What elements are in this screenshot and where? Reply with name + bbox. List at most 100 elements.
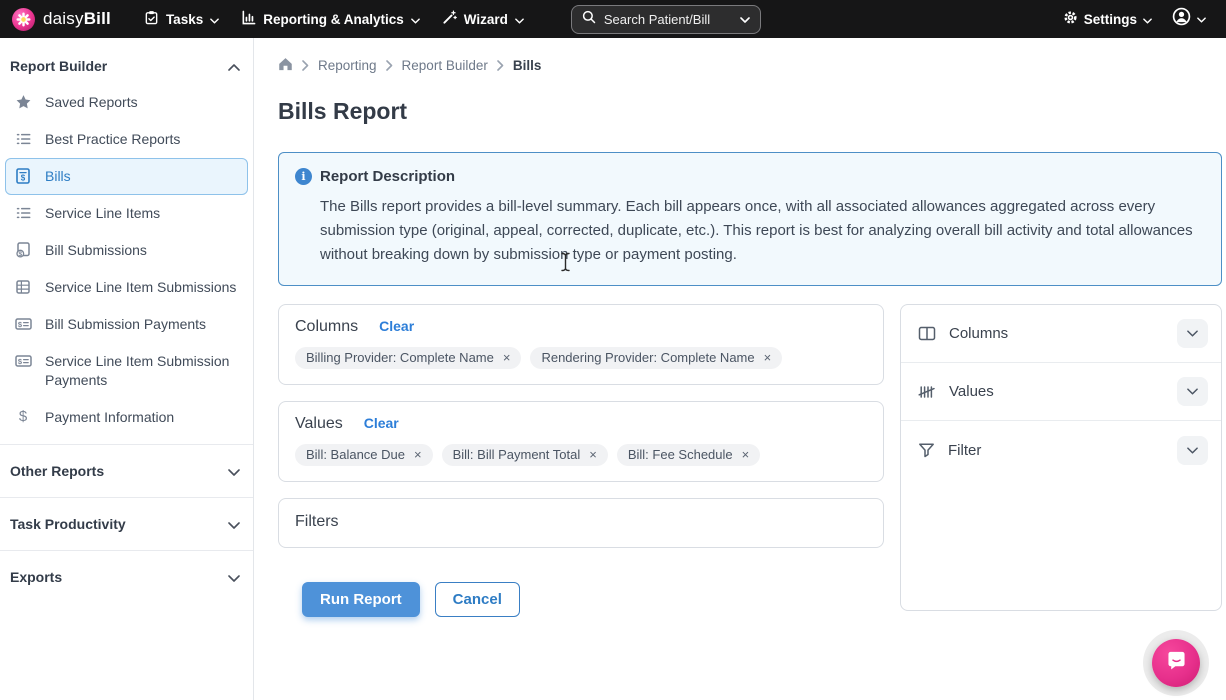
sidebar-item-bill-submission-payments[interactable]: $ Bill Submission Payments bbox=[5, 306, 248, 343]
nav-reporting-label: Reporting & Analytics bbox=[263, 12, 404, 27]
columns-card-title: Columns bbox=[295, 318, 358, 336]
value-chip[interactable]: Bill: Balance Due × bbox=[295, 444, 433, 466]
grid-icon bbox=[14, 279, 32, 295]
svg-text:$: $ bbox=[17, 357, 22, 366]
remove-chip-icon[interactable]: × bbox=[764, 351, 772, 364]
panel-section-label: Values bbox=[949, 383, 994, 400]
divider bbox=[0, 550, 253, 551]
chevron-down-icon bbox=[228, 516, 240, 532]
columns-card: Columns Clear Billing Provider: Complete… bbox=[278, 304, 884, 385]
page-title: Bills Report bbox=[278, 98, 1222, 125]
sidebar-item-service-line-item-submissions[interactable]: Service Line Item Submissions bbox=[5, 269, 248, 306]
chat-bubble-icon bbox=[1165, 649, 1188, 677]
user-avatar-icon bbox=[1172, 7, 1191, 31]
value-chip[interactable]: Bill: Bill Payment Total × bbox=[442, 444, 608, 466]
sidebar-item-label: Saved Reports bbox=[45, 93, 138, 112]
svg-text:$: $ bbox=[21, 174, 26, 183]
panel-section-values[interactable]: Values bbox=[901, 363, 1221, 421]
sidebar-item-label: Service Line Items bbox=[45, 204, 160, 223]
breadcrumb: Reporting Report Builder Bills bbox=[278, 57, 1222, 74]
sidebar-section-report-builder[interactable]: Report Builder bbox=[5, 48, 248, 84]
breadcrumb-report-builder[interactable]: Report Builder bbox=[402, 58, 488, 73]
divider bbox=[0, 497, 253, 498]
sidebar: Report Builder Saved Reports Best Practi… bbox=[0, 38, 254, 700]
columns-clear-button[interactable]: Clear bbox=[379, 318, 414, 334]
sidebar-section-exports[interactable]: Exports bbox=[5, 559, 248, 595]
nav-settings[interactable]: Settings bbox=[1063, 10, 1152, 28]
column-chip[interactable]: Rendering Provider: Complete Name × bbox=[530, 347, 782, 369]
chip-label: Billing Provider: Complete Name bbox=[306, 350, 494, 365]
sidebar-item-bills[interactable]: $ Bills bbox=[5, 158, 248, 195]
cancel-button[interactable]: Cancel bbox=[435, 582, 520, 617]
search-placeholder: Search Patient/Bill bbox=[604, 12, 732, 27]
value-chip[interactable]: Bill: Fee Schedule × bbox=[617, 444, 760, 466]
values-clear-button[interactable]: Clear bbox=[364, 415, 399, 431]
star-icon bbox=[14, 94, 32, 110]
divider bbox=[0, 444, 253, 445]
section-title: Task Productivity bbox=[10, 516, 126, 532]
chip-label: Bill: Bill Payment Total bbox=[453, 447, 581, 462]
filter-expand-button[interactable] bbox=[1177, 436, 1208, 465]
breadcrumb-separator-icon bbox=[386, 60, 393, 71]
panel-section-columns[interactable]: Columns bbox=[901, 305, 1221, 363]
bill-document-icon: $ bbox=[14, 168, 32, 184]
tasks-icon bbox=[144, 10, 159, 28]
daisybill-logo[interactable]: daisyBill bbox=[12, 8, 111, 31]
sidebar-item-saved-reports[interactable]: Saved Reports bbox=[5, 84, 248, 121]
sidebar-item-payment-information[interactable]: $ Payment Information bbox=[5, 399, 248, 436]
remove-chip-icon[interactable]: × bbox=[414, 448, 422, 461]
chevron-down-icon bbox=[210, 12, 219, 27]
section-title: Exports bbox=[10, 569, 62, 585]
sidebar-section-other-reports[interactable]: Other Reports bbox=[5, 453, 248, 489]
list-icon bbox=[14, 131, 32, 147]
run-report-button[interactable]: Run Report bbox=[302, 582, 420, 617]
report-description-box: i Report Description The Bills report pr… bbox=[278, 152, 1222, 286]
chip-label: Bill: Fee Schedule bbox=[628, 447, 733, 462]
document-dollar-icon: $ bbox=[14, 242, 32, 258]
breadcrumb-separator-icon bbox=[302, 60, 309, 71]
chevron-down-icon bbox=[228, 569, 240, 585]
chart-icon bbox=[241, 10, 256, 28]
nav-settings-label: Settings bbox=[1084, 12, 1137, 27]
breadcrumb-reporting[interactable]: Reporting bbox=[318, 58, 377, 73]
sidebar-item-label: Payment Information bbox=[45, 408, 174, 427]
columns-icon bbox=[918, 325, 936, 342]
dollar-icon: $ bbox=[14, 409, 32, 425]
chevron-down-icon bbox=[1197, 10, 1206, 28]
daisy-flower-icon bbox=[12, 8, 35, 31]
chat-launcher-button[interactable] bbox=[1152, 639, 1200, 687]
sidebar-item-best-practice-reports[interactable]: Best Practice Reports bbox=[5, 121, 248, 158]
panel-section-label: Filter bbox=[948, 442, 981, 459]
chip-label: Rendering Provider: Complete Name bbox=[541, 350, 754, 365]
sidebar-item-label: Best Practice Reports bbox=[45, 130, 180, 149]
remove-chip-icon[interactable]: × bbox=[503, 351, 511, 364]
nav-tasks[interactable]: Tasks bbox=[133, 0, 230, 38]
sidebar-item-service-line-item-submission-payments[interactable]: $ Service Line Item Submission Payments bbox=[5, 343, 248, 399]
section-title: Other Reports bbox=[10, 463, 104, 479]
svg-text:$: $ bbox=[17, 320, 22, 329]
sidebar-item-service-line-items[interactable]: Service Line Items bbox=[5, 195, 248, 232]
sidebar-item-bill-submissions[interactable]: $ Bill Submissions bbox=[5, 232, 248, 269]
remove-chip-icon[interactable]: × bbox=[589, 448, 597, 461]
chevron-down-icon bbox=[1143, 12, 1152, 27]
panel-section-filter[interactable]: Filter bbox=[901, 421, 1221, 479]
search-patient-bill-input[interactable]: Search Patient/Bill bbox=[571, 5, 761, 34]
home-icon[interactable] bbox=[278, 57, 293, 74]
brand-name: daisyBill bbox=[43, 9, 111, 29]
gear-icon bbox=[1063, 10, 1078, 28]
values-expand-button[interactable] bbox=[1177, 377, 1208, 406]
remove-chip-icon[interactable]: × bbox=[742, 448, 750, 461]
tally-icon bbox=[918, 384, 936, 400]
svg-text:$: $ bbox=[18, 251, 22, 258]
chevron-down-icon[interactable] bbox=[740, 10, 750, 28]
sidebar-item-label: Service Line Item Submission Payments bbox=[45, 352, 239, 390]
chat-launcher-halo bbox=[1143, 630, 1209, 696]
columns-expand-button[interactable] bbox=[1177, 319, 1208, 348]
nav-tasks-label: Tasks bbox=[166, 12, 203, 27]
column-chip[interactable]: Billing Provider: Complete Name × bbox=[295, 347, 521, 369]
report-description-text: The Bills report provides a bill-level s… bbox=[320, 195, 1203, 267]
sidebar-section-task-productivity[interactable]: Task Productivity bbox=[5, 506, 248, 542]
nav-wizard[interactable]: Wizard bbox=[431, 0, 535, 38]
user-account-menu[interactable] bbox=[1172, 7, 1206, 31]
nav-reporting-analytics[interactable]: Reporting & Analytics bbox=[230, 0, 431, 38]
